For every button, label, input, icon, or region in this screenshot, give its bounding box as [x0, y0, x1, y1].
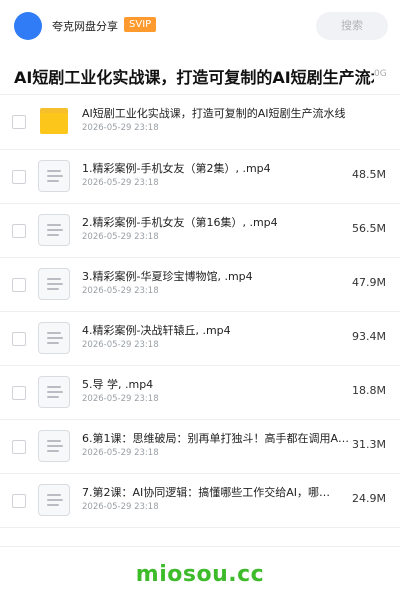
page-title: AI短剧工业化实战课，打造可复制的AI短剧生产流水线	[14, 68, 374, 87]
document-icon	[38, 376, 72, 410]
file-size: 48.5M	[352, 168, 386, 181]
file-date: 2026-05-29 23:18	[82, 178, 159, 188]
file-list: AI短剧工业化实战课，打造可复制的AI短剧生产流水线 2026-05-29 23…	[0, 95, 400, 528]
file-name: 3.精彩案例-华夏珍宝博物馆, .mp4	[82, 270, 253, 283]
document-icon	[38, 484, 72, 518]
file-date: 2026-05-29 23:18	[82, 123, 159, 133]
row-checkbox[interactable]	[12, 224, 26, 238]
folder-icon	[38, 105, 72, 139]
app-header: 夸克网盘分享 SVIP 搜索	[0, 0, 400, 52]
file-size: 18.8M	[352, 384, 386, 397]
row-checkbox[interactable]	[12, 494, 26, 508]
row-checkbox[interactable]	[12, 115, 26, 129]
document-icon	[38, 322, 72, 356]
file-size: 93.4M	[352, 330, 386, 343]
file-size: 56.5M	[352, 222, 386, 235]
row-checkbox[interactable]	[12, 332, 26, 346]
list-item[interactable]: 6.第1课：思维破局：别再单打独斗！高手都在调用A… 2026-05-29 23…	[0, 420, 400, 474]
list-item[interactable]: 5.导 学, .mp4 2026-05-29 23:18 18.8M	[0, 366, 400, 420]
watermark: miosou.cc	[135, 562, 265, 587]
file-name: 4.精彩案例-决战轩辕丘, .mp4	[82, 324, 231, 337]
row-checkbox[interactable]	[12, 386, 26, 400]
file-name: AI短剧工业化实战课，打造可复制的AI短剧生产流水线	[82, 107, 346, 120]
avatar[interactable]	[14, 12, 42, 40]
file-size: 24.9M	[352, 492, 386, 505]
file-name: 7.第2课：AI协同逻辑：搞懂哪些工作交给AI，哪…	[82, 486, 331, 499]
list-item[interactable]: 7.第2课：AI协同逻辑：搞懂哪些工作交给AI，哪… 2026-05-29 23…	[0, 474, 400, 528]
row-checkbox[interactable]	[12, 278, 26, 292]
file-size: 47.9M	[352, 276, 386, 289]
file-date: 2026-05-29 23:18	[82, 286, 159, 296]
list-item[interactable]: 3.精彩案例-华夏珍宝博物馆, .mp4 2026-05-29 23:18 47…	[0, 258, 400, 312]
document-icon	[38, 430, 72, 464]
list-item[interactable]: 1.精彩案例-手机女友（第2集）, .mp4 2026-05-29 23:18 …	[0, 150, 400, 204]
username: 夸克网盘分享	[52, 20, 118, 33]
row-checkbox[interactable]	[12, 170, 26, 184]
file-date: 2026-05-29 23:18	[82, 394, 159, 404]
list-item[interactable]: 4.精彩案例-决战轩辕丘, .mp4 2026-05-29 23:18 93.4…	[0, 312, 400, 366]
total-size: 0G	[374, 69, 387, 79]
list-item[interactable]: AI短剧工业化实战课，打造可复制的AI短剧生产流水线 2026-05-29 23…	[0, 95, 400, 150]
row-checkbox[interactable]	[12, 440, 26, 454]
list-item[interactable]: 2.精彩案例-手机女友（第16集）, .mp4 2026-05-29 23:18…	[0, 204, 400, 258]
file-name: 1.精彩案例-手机女友（第2集）, .mp4	[82, 162, 271, 175]
file-name: 2.精彩案例-手机女友（第16集）, .mp4	[82, 216, 278, 229]
document-icon	[38, 214, 72, 248]
file-date: 2026-05-29 23:18	[82, 232, 159, 242]
search-input[interactable]: 搜索	[316, 12, 388, 40]
file-name: 5.导 学, .mp4	[82, 378, 154, 391]
file-name: 6.第1课：思维破局：别再单打独斗！高手都在调用A…	[82, 432, 350, 445]
file-size: 31.3M	[352, 438, 386, 451]
file-date: 2026-05-29 23:18	[82, 340, 159, 350]
document-icon	[38, 160, 72, 194]
svip-badge: SVIP	[124, 17, 157, 32]
file-date: 2026-05-29 23:18	[82, 502, 159, 512]
footer-divider	[0, 546, 400, 547]
file-date: 2026-05-29 23:18	[82, 448, 159, 458]
share-title-bar: AI短剧工业化实战课，打造可复制的AI短剧生产流水线 0G	[0, 56, 400, 95]
document-icon	[38, 268, 72, 302]
